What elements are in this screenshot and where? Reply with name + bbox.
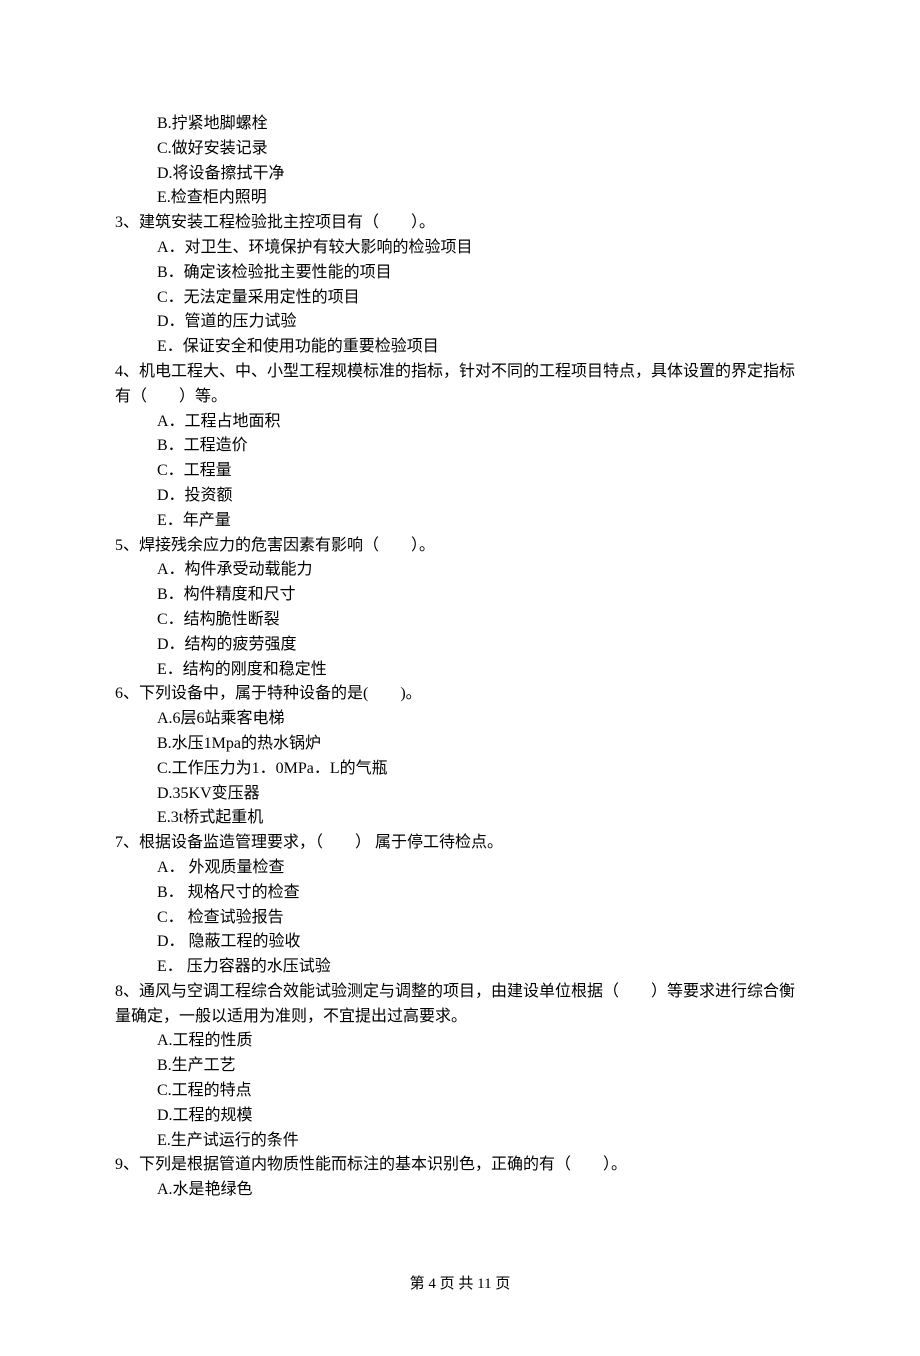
option-line: A.工程的性质 (115, 1029, 805, 1054)
option-line: E．年产量 (115, 509, 805, 534)
option-line: C.做好安装记录 (115, 137, 805, 162)
option-line: E.生产试运行的条件 (115, 1129, 805, 1154)
option-line: E．结构的刚度和稳定性 (115, 658, 805, 683)
option-line: D.35KV变压器 (115, 782, 805, 807)
question-stem: 4、机电工程大、中、小型工程规模标准的指标，针对不同的工程项目特点，具体设置的界… (115, 360, 805, 410)
option-line: B.拧紧地脚螺栓 (115, 112, 805, 137)
option-line: D． 隐蔽工程的验收 (115, 930, 805, 955)
option-line: B．确定该检验批主要性能的项目 (115, 261, 805, 286)
option-line: E.3t桥式起重机 (115, 806, 805, 831)
option-line: C．无法定量采用定性的项目 (115, 286, 805, 311)
option-line: B．构件精度和尺寸 (115, 583, 805, 608)
option-line: C． 检查试验报告 (115, 906, 805, 931)
option-line: A．构件承受动载能力 (115, 558, 805, 583)
option-line: C．工程量 (115, 459, 805, 484)
option-line: B.生产工艺 (115, 1054, 805, 1079)
option-line: A． 外观质量检查 (115, 856, 805, 881)
question-stem: 6、下列设备中，属于特种设备的是( )。 (115, 682, 805, 707)
option-line: A.水是艳绿色 (115, 1178, 805, 1203)
option-line: B． 规格尺寸的检查 (115, 881, 805, 906)
question-stem: 7、根据设备监造管理要求，（ ） 属于停工待检点。 (115, 831, 805, 856)
page-content: B.拧紧地脚螺栓 C.做好安装记录 D.将设备擦拭干净 E.检查柜内照明 3、建… (0, 0, 920, 1356)
option-line: A.6层6站乘客电梯 (115, 707, 805, 732)
page-footer: 第 4 页 共 11 页 (115, 1203, 805, 1296)
option-line: E．保证安全和使用功能的重要检验项目 (115, 335, 805, 360)
option-line: C.工程的特点 (115, 1079, 805, 1104)
question-stem: 8、通风与空调工程综合效能试验测定与调整的项目，由建设单位根据（ ）等要求进行综… (115, 980, 805, 1030)
option-line: D．结构的疲劳强度 (115, 633, 805, 658)
option-line: E． 压力容器的水压试验 (115, 955, 805, 980)
option-line: B.水压1Mpa的热水锅炉 (115, 732, 805, 757)
question-stem: 9、下列是根据管道内物质性能而标注的基本识别色，正确的有（ ）。 (115, 1153, 805, 1178)
option-line: A．工程占地面积 (115, 410, 805, 435)
option-line: C．结构脆性断裂 (115, 608, 805, 633)
option-line: D．管道的压力试验 (115, 310, 805, 335)
option-line: E.检查柜内照明 (115, 186, 805, 211)
option-line: C.工作压力为1．0MPa．L的气瓶 (115, 757, 805, 782)
option-line: D．投资额 (115, 484, 805, 509)
option-line: A．对卫生、环境保护有较大影响的检验项目 (115, 236, 805, 261)
question-stem: 3、建筑安装工程检验批主控项目有（ ）。 (115, 211, 805, 236)
option-line: B．工程造价 (115, 434, 805, 459)
option-line: D.将设备擦拭干净 (115, 162, 805, 187)
option-line: D.工程的规模 (115, 1104, 805, 1129)
question-stem: 5、焊接残余应力的危害因素有影响（ ）。 (115, 534, 805, 559)
